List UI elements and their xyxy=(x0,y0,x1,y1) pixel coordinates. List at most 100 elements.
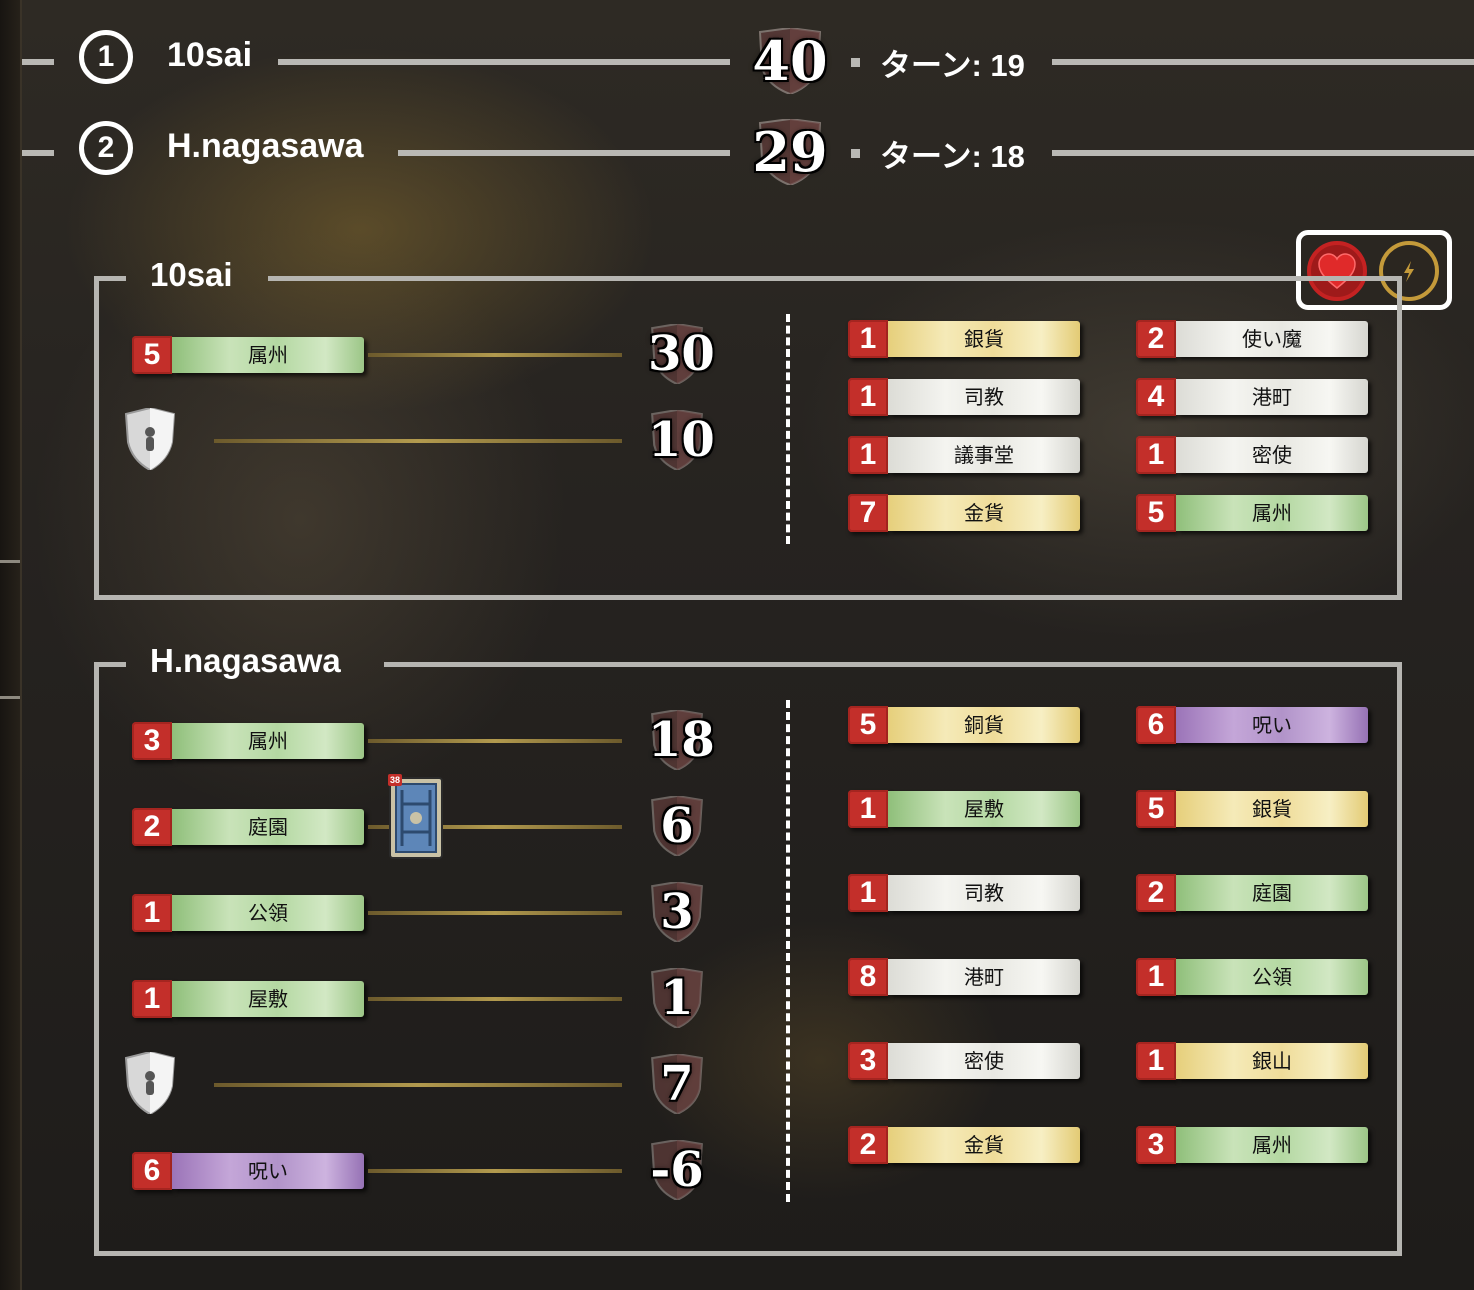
vp-token-icon xyxy=(122,406,178,474)
card-count: 3 xyxy=(848,1042,888,1080)
card-name: 密使 xyxy=(1176,437,1368,473)
card-badge[interactable]: 1 銀山 xyxy=(1136,1042,1372,1080)
card-badge[interactable]: 1 屋敷 xyxy=(848,790,1084,828)
card-count: 5 xyxy=(848,706,888,744)
card-name: 密使 xyxy=(888,1043,1080,1079)
edge-marker xyxy=(0,560,20,563)
card-count: 4 xyxy=(1136,378,1176,416)
vp-shield: 30 xyxy=(648,324,715,384)
column-divider xyxy=(786,314,790,544)
card-name: 庭園 xyxy=(172,809,364,845)
card-name: 属州 xyxy=(1176,495,1368,531)
total-score: 40 xyxy=(752,29,828,93)
card-count: 1 xyxy=(848,874,888,912)
card-badge[interactable]: 2 金貨 xyxy=(848,1126,1084,1164)
card-badge[interactable]: 1 司教 xyxy=(848,874,1084,912)
panel-border-top xyxy=(94,276,126,281)
card-badge[interactable]: 3 密使 xyxy=(848,1042,1084,1080)
player-name[interactable]: 10sai xyxy=(167,36,252,75)
card-count: 3 xyxy=(132,722,172,760)
card-name: 港町 xyxy=(1176,379,1368,415)
column-divider xyxy=(786,700,790,1202)
score-line xyxy=(1052,150,1474,156)
score-line xyxy=(278,59,730,65)
card-count: 1 xyxy=(1136,958,1176,996)
vp-value: 1 xyxy=(660,970,694,1026)
vp-connector-line xyxy=(368,997,622,1001)
score-line xyxy=(398,150,730,156)
card-badge[interactable]: 1 密使 xyxy=(1136,436,1372,474)
rank-badge: 2 xyxy=(79,121,133,175)
card-badge[interactable]: 5 属州 xyxy=(132,336,368,374)
vp-token-icon xyxy=(122,1050,178,1118)
card-count: 1 xyxy=(132,894,172,932)
separator-dot xyxy=(851,58,860,67)
player-name[interactable]: H.nagasawa xyxy=(167,127,364,166)
card-badge[interactable]: 1 司教 xyxy=(848,378,1084,416)
card-badge[interactable]: 8 港町 xyxy=(848,958,1084,996)
card-badge[interactable]: 3 属州 xyxy=(1136,1126,1372,1164)
card-badge[interactable]: 1 銀貨 xyxy=(848,320,1084,358)
card-name: 司教 xyxy=(888,875,1080,911)
card-count: 1 xyxy=(848,320,888,358)
card-count: 1 xyxy=(1136,1042,1176,1080)
left-edge-frame xyxy=(0,0,22,1290)
card-name: 屋敷 xyxy=(172,981,364,1017)
card-badge[interactable]: 6 呪い xyxy=(132,1152,368,1190)
card-badge[interactable]: 1 公領 xyxy=(1136,958,1372,996)
panel-border-top xyxy=(384,662,1402,667)
card-badge[interactable]: 5 銅貨 xyxy=(848,706,1084,744)
card-badge[interactable]: 7 金貨 xyxy=(848,494,1084,532)
rank-badge: 1 xyxy=(79,30,133,84)
vp-shield: 6 xyxy=(648,796,706,856)
card-count: 6 xyxy=(132,1152,172,1190)
card-badge[interactable]: 5 属州 xyxy=(1136,494,1372,532)
score-line xyxy=(22,59,54,65)
card-badge[interactable]: 2 使い魔 xyxy=(1136,320,1372,358)
vp-connector-line xyxy=(368,1169,622,1173)
card-name: 銀貨 xyxy=(888,321,1080,357)
card-name: 銀山 xyxy=(1176,1043,1368,1079)
total-score-shield: 40 xyxy=(752,28,828,94)
vp-connector-line xyxy=(368,739,622,743)
card-count: 1 xyxy=(848,436,888,474)
vp-value: 18 xyxy=(648,712,715,768)
score-line xyxy=(22,150,54,156)
card-badge[interactable]: 1 議事堂 xyxy=(848,436,1084,474)
vp-shield: -6 xyxy=(648,1140,706,1200)
card-count: 1 xyxy=(848,378,888,416)
card-count: 2 xyxy=(1136,320,1176,358)
card-badge[interactable]: 4 港町 xyxy=(1136,378,1372,416)
score-line xyxy=(1052,59,1474,65)
card-name: 呪い xyxy=(172,1153,364,1189)
card-count: 2 xyxy=(132,808,172,846)
card-badge[interactable]: 5 銀貨 xyxy=(1136,790,1372,828)
vp-value: 7 xyxy=(660,1056,694,1112)
card-count: 1 xyxy=(132,980,172,1018)
card-badge[interactable]: 1 屋敷 xyxy=(132,980,368,1018)
card-name: 議事堂 xyxy=(888,437,1080,473)
turn-count: ターン: 19 xyxy=(880,48,1025,83)
card-name: 屋敷 xyxy=(888,791,1080,827)
card-name: 銅貨 xyxy=(888,707,1080,743)
card-name: 司教 xyxy=(888,379,1080,415)
card-badge[interactable]: 6 呪い xyxy=(1136,706,1372,744)
card-count: 1 xyxy=(1136,436,1176,474)
card-name: 公領 xyxy=(172,895,364,931)
total-score-shield: 29 xyxy=(752,119,828,185)
card-badge[interactable]: 2 庭園 xyxy=(1136,874,1372,912)
vp-shield: 18 xyxy=(648,710,715,770)
card-count: 8 xyxy=(848,958,888,996)
vp-value: 30 xyxy=(648,326,715,382)
card-name: 使い魔 xyxy=(1176,321,1368,357)
card-count: 7 xyxy=(848,494,888,532)
card-badge[interactable]: 2 庭園 xyxy=(132,808,368,846)
panel-border-top xyxy=(268,276,1402,281)
vp-shield: 7 xyxy=(648,1054,706,1114)
panel-border-top xyxy=(94,662,126,667)
card-badge[interactable]: 3 属州 xyxy=(132,722,368,760)
panel-title: 10sai xyxy=(150,256,233,293)
vp-shield: 1 xyxy=(648,968,706,1028)
card-badge[interactable]: 1 公領 xyxy=(132,894,368,932)
card-pile-icon[interactable]: 38 xyxy=(388,774,444,860)
